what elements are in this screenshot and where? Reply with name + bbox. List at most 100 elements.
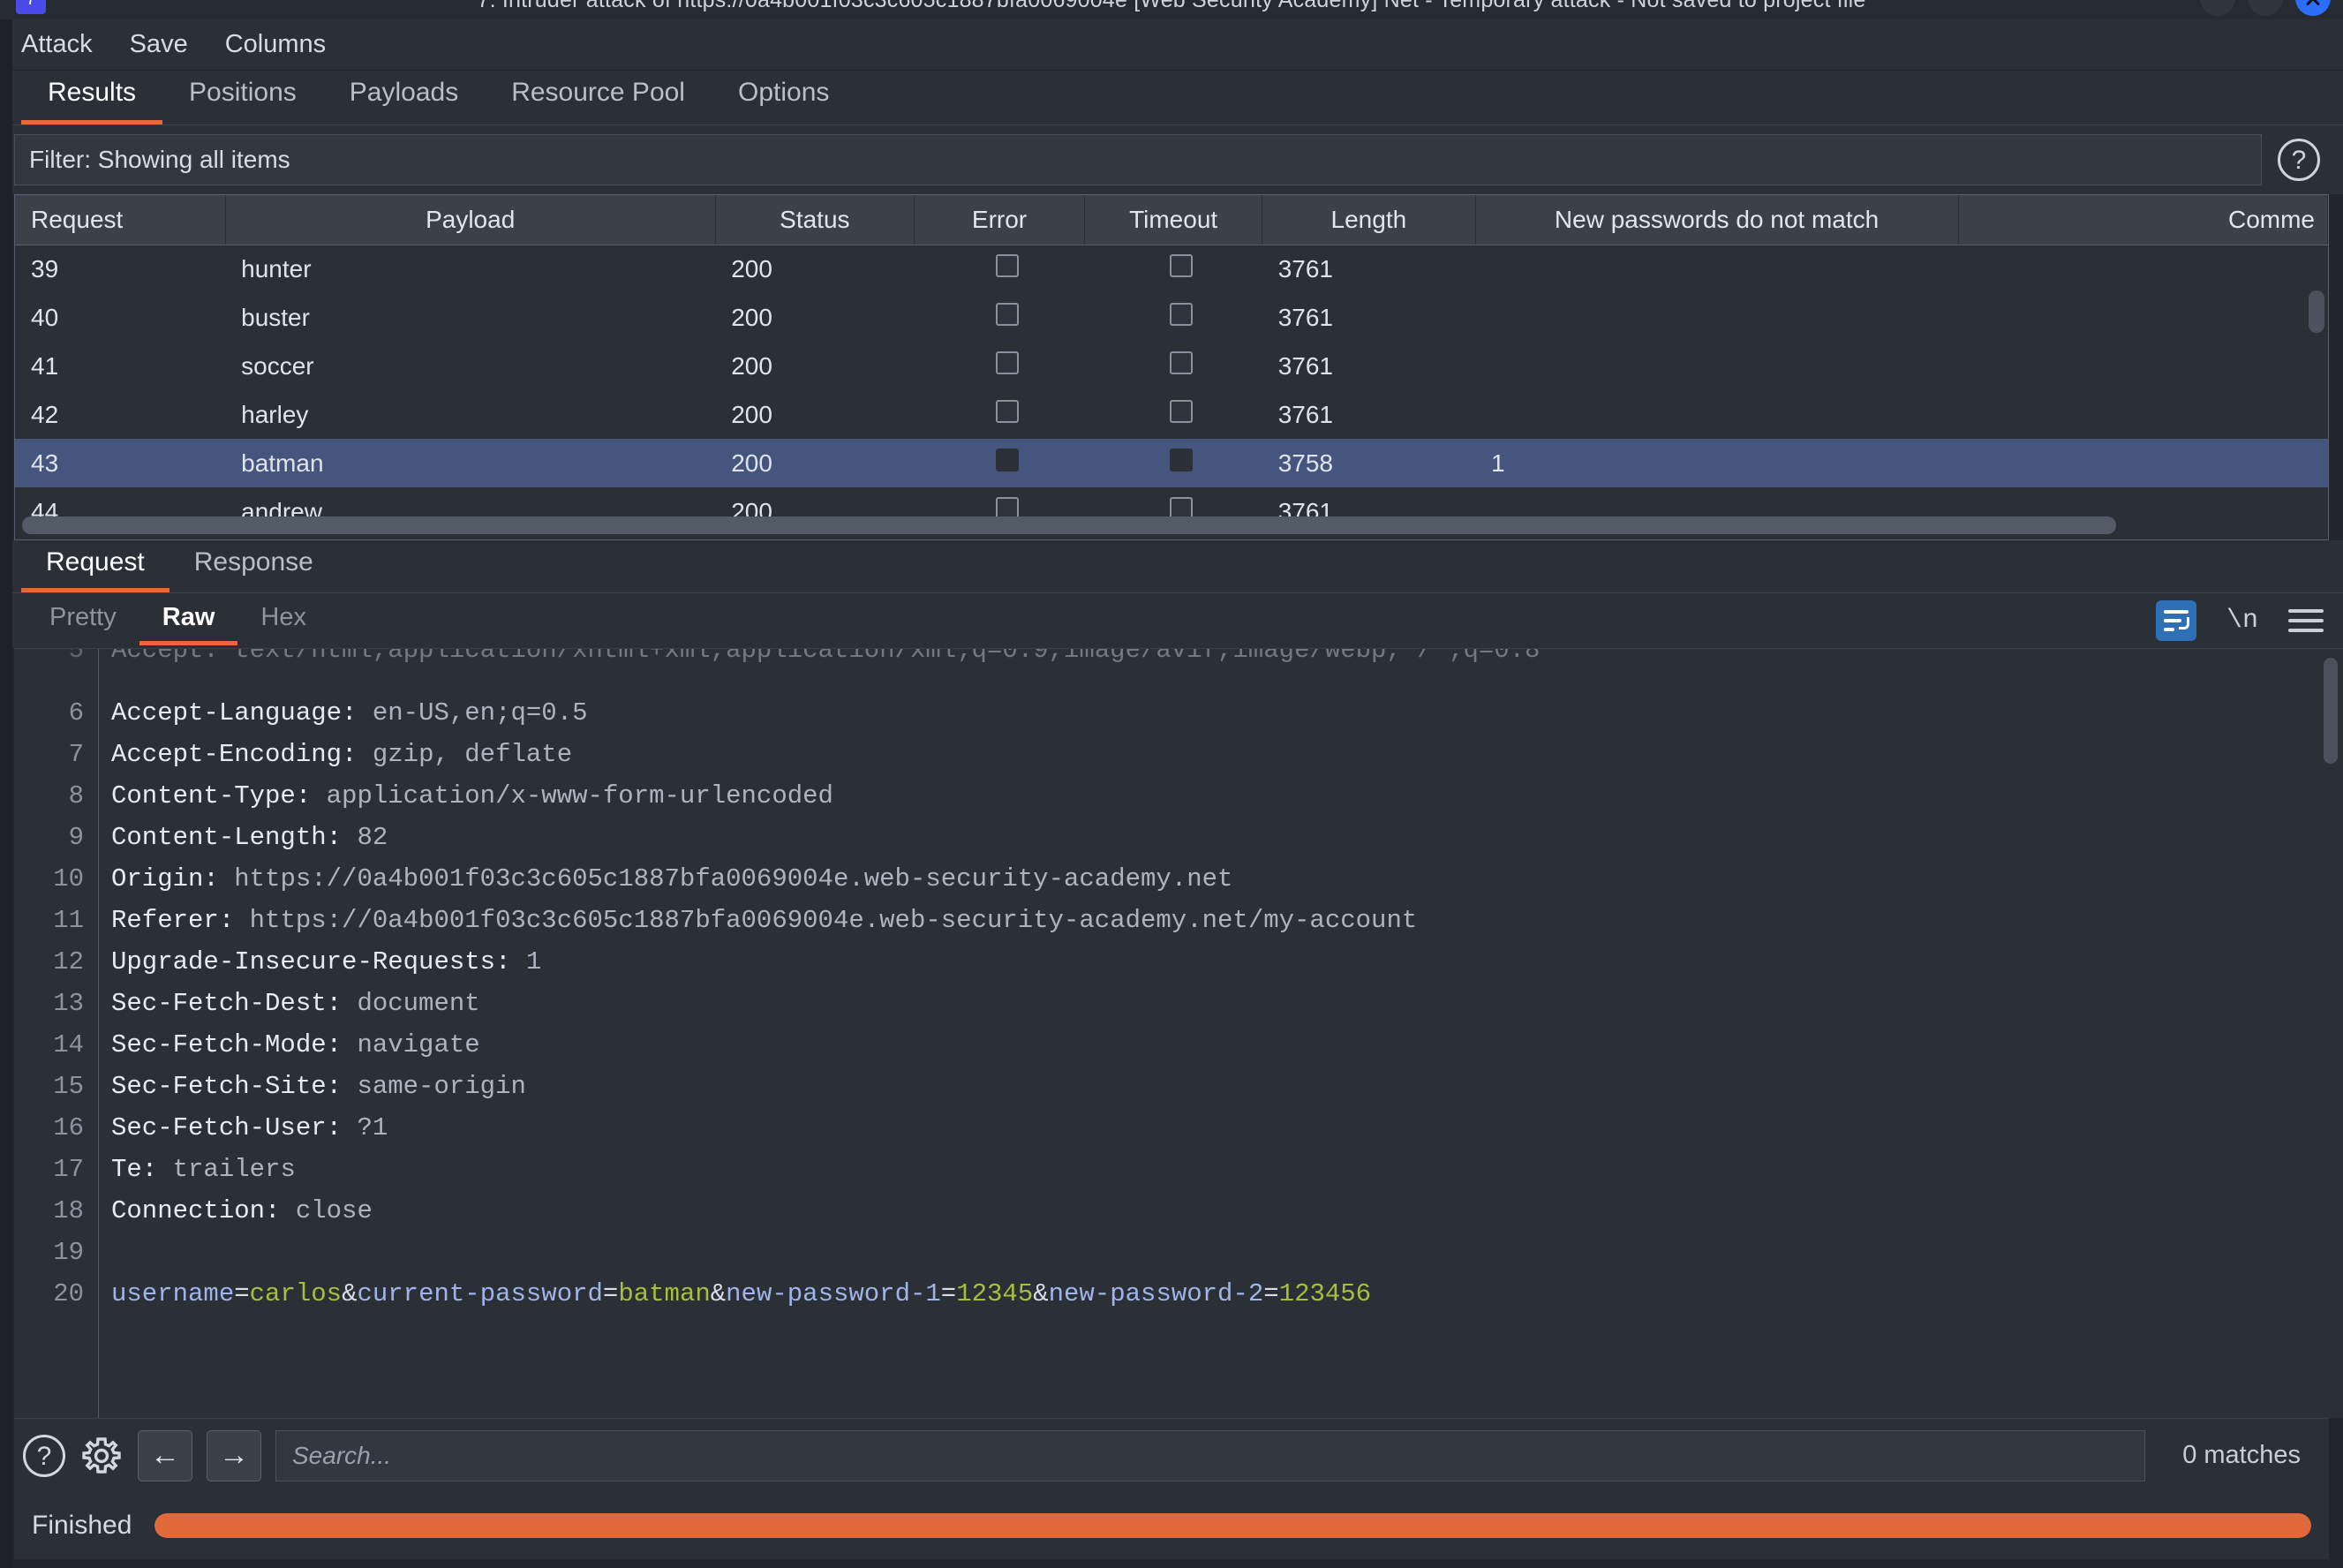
table-row-selected[interactable]: 43 batman 200 3758 1: [15, 439, 2328, 487]
cell-error: [914, 245, 1084, 293]
tab-positions[interactable]: Positions: [162, 74, 323, 124]
title-bar: 7 7. Intruder attack of https://0a4b001f…: [0, 0, 2343, 19]
column-header-length[interactable]: Length: [1262, 195, 1476, 245]
timeout-checkbox[interactable]: [1170, 400, 1194, 423]
gear-icon[interactable]: [79, 1434, 124, 1478]
view-mode-hex[interactable]: Hex: [237, 603, 329, 645]
column-header-timeout[interactable]: Timeout: [1084, 195, 1263, 245]
attack-progress-fill: [154, 1513, 2311, 1538]
line-number: 18: [53, 1196, 84, 1225]
cell-status: 200: [731, 303, 772, 331]
line-number: 17: [53, 1155, 84, 1184]
request-editor[interactable]: 5 6 7 8 9 10 11 12 13 14 15 16 17 18 19 …: [14, 648, 2343, 1418]
close-icon[interactable]: [2295, 0, 2331, 16]
timeout-checkbox[interactable]: [1170, 303, 1194, 326]
cell-length: 3761: [1277, 400, 1333, 428]
line-number: 7: [68, 740, 84, 769]
cell-payload: harley: [241, 400, 309, 428]
cell-timeout: [1085, 342, 1262, 390]
menu-bar: Attack Save Columns: [0, 19, 2343, 71]
cell-request: 40: [31, 303, 59, 331]
cell-match: [1475, 245, 1958, 293]
error-checkbox[interactable]: [996, 449, 1020, 471]
table-row[interactable]: 42 harley 200 3761: [15, 390, 2328, 439]
code-line-body: username=carlos&current-password=batman&…: [111, 1279, 1372, 1308]
code-line: Connection: close: [111, 1196, 373, 1225]
filter-bar: Filter: Showing all items ?: [0, 125, 2343, 194]
view-mode-pretty[interactable]: Pretty: [26, 603, 139, 645]
view-mode-raw[interactable]: Raw: [139, 603, 238, 645]
word-wrap-icon[interactable]: [2155, 600, 2196, 641]
cell-request: 43: [15, 439, 226, 487]
error-checkbox[interactable]: [996, 351, 1020, 374]
help-icon[interactable]: ?: [23, 1434, 65, 1477]
line-number: 19: [53, 1238, 84, 1267]
editor-toolbar: \n: [2155, 600, 2324, 641]
tab-resource-pool[interactable]: Resource Pool: [485, 74, 712, 124]
code-line: Sec-Fetch-Mode: navigate: [111, 1030, 480, 1059]
column-header-request[interactable]: Request: [15, 195, 226, 245]
filter-input[interactable]: Filter: Showing all items: [14, 134, 2262, 185]
cell-match: [1475, 342, 1958, 390]
results-horizontal-scrollbar[interactable]: [22, 516, 2116, 534]
search-next-button[interactable]: →: [207, 1429, 261, 1481]
menu-item-attack[interactable]: Attack: [21, 30, 93, 59]
tab-payloads[interactable]: Payloads: [323, 74, 485, 124]
code-line: Te: trailers: [111, 1155, 296, 1184]
minimize-button[interactable]: [2200, 0, 2235, 16]
menu-item-save[interactable]: Save: [130, 30, 188, 59]
line-number: 14: [53, 1030, 84, 1059]
line-number: 9: [68, 823, 84, 852]
tab-options[interactable]: Options: [712, 74, 855, 124]
code-line: Content-Length: 82: [111, 823, 388, 852]
cell-length: 3761: [1277, 254, 1333, 283]
timeout-checkbox[interactable]: [1170, 449, 1194, 471]
line-number-clipped: 5: [68, 648, 84, 665]
menu-item-columns[interactable]: Columns: [225, 30, 326, 59]
table-row[interactable]: 39 hunter 200 3761: [15, 245, 2328, 293]
results-vertical-scrollbar[interactable]: [2309, 290, 2324, 333]
error-checkbox[interactable]: [996, 254, 1020, 278]
window-badge: 7: [16, 0, 46, 14]
request-code[interactable]: Accept: text/html,application/xhtml+xml,…: [99, 649, 2343, 1418]
timeout-checkbox[interactable]: [1170, 254, 1194, 278]
burp-intruder-window: 7 7. Intruder attack of https://0a4b001f…: [0, 0, 2343, 1568]
error-checkbox[interactable]: [996, 400, 1020, 423]
cell-payload: buster: [241, 303, 310, 331]
code-line-clipped: Accept: text/html,application/xhtml+xml,…: [111, 648, 1541, 665]
newline-icon[interactable]: \n: [2226, 606, 2258, 636]
maximize-button[interactable]: [2248, 0, 2283, 16]
tab-results[interactable]: Results: [21, 74, 163, 124]
table-row[interactable]: 40 buster 200 3761: [15, 293, 2328, 342]
search-prev-button[interactable]: ←: [138, 1429, 192, 1481]
cell-request: 41: [31, 351, 59, 380]
tab-request[interactable]: Request: [21, 546, 170, 592]
column-header-payload[interactable]: Payload: [225, 195, 716, 245]
line-number: 20: [53, 1279, 84, 1308]
table-row[interactable]: 41 soccer 200 3761: [15, 342, 2328, 390]
search-input[interactable]: Search...: [275, 1429, 2146, 1481]
column-header-status[interactable]: Status: [715, 195, 915, 245]
cell-error: [914, 342, 1084, 390]
attack-tabs: Results Positions Payloads Resource Pool…: [0, 71, 2343, 125]
results-table-container: Request Payload Status Error Timeout Len…: [14, 194, 2329, 540]
tab-response[interactable]: Response: [170, 546, 338, 592]
code-line: Referer: https://0a4b001f03c3c605c1887bf…: [111, 906, 1418, 935]
cell-payload: batman: [225, 439, 716, 487]
editor-vertical-scrollbar[interactable]: [2324, 658, 2338, 764]
window-edge: [0, 19, 12, 1568]
column-header-error[interactable]: Error: [914, 195, 1086, 245]
column-header-match[interactable]: New passwords do not match: [1475, 195, 1959, 245]
code-line: Sec-Fetch-Site: same-origin: [111, 1072, 526, 1101]
timeout-checkbox[interactable]: [1170, 351, 1194, 374]
line-number: 15: [53, 1072, 84, 1101]
cell-error: [914, 439, 1085, 487]
hamburger-icon[interactable]: [2288, 603, 2324, 638]
column-header-comment[interactable]: Comme: [1958, 195, 2328, 245]
status-bar: Finished: [14, 1492, 2329, 1559]
cell-status: 200: [715, 439, 915, 487]
error-checkbox[interactable]: [996, 303, 1020, 326]
line-number: 16: [53, 1113, 84, 1142]
help-icon[interactable]: ?: [2278, 139, 2320, 181]
